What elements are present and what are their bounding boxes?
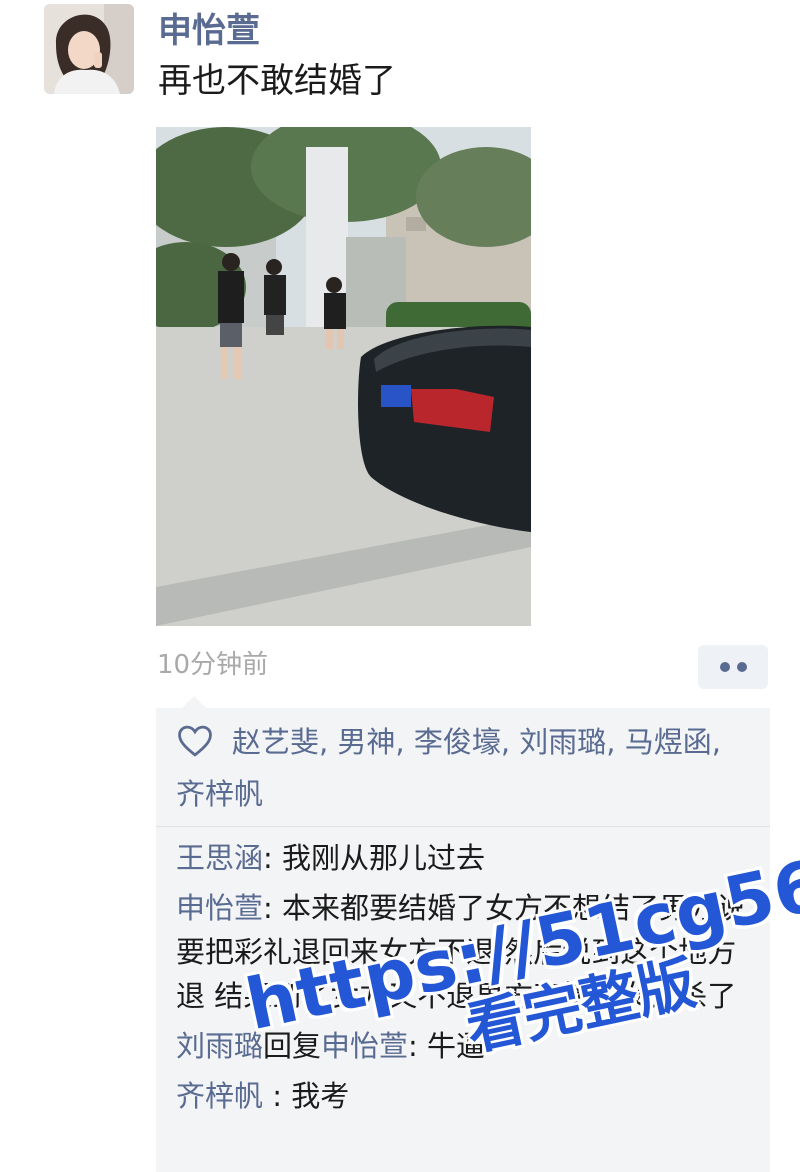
post-author-name[interactable]: 申怡萱 xyxy=(158,6,260,56)
likes-names[interactable]: 赵艺斐, 男神, 李俊壕, 刘雨璐, 马煜函, 齐梓帆 xyxy=(176,725,721,811)
comment-author[interactable]: 刘雨璐 xyxy=(176,1029,263,1063)
comment-separator: : xyxy=(408,1029,428,1063)
post-photo[interactable] xyxy=(156,127,531,626)
reply-label: 回复 xyxy=(263,1029,322,1063)
more-dot-icon xyxy=(719,662,730,672)
post-timestamp: 10分钟前 xyxy=(157,650,269,680)
panel-divider xyxy=(156,826,770,827)
comment-author[interactable]: 齐梓帆 xyxy=(176,1079,263,1113)
comment-text: 牛逼 xyxy=(427,1029,486,1063)
likes-row: 赵艺斐, 男神, 李俊壕, 刘雨璐, 马煜函, 齐梓帆 xyxy=(176,716,754,820)
comments-list: 王思涵: 我刚从那儿过去 申怡萱: 本来都要结婚了女方不想结了男方说要把彩礼退回… xyxy=(176,836,764,1124)
comment-item[interactable]: 刘雨璐回复申怡萱: 牛逼 xyxy=(176,1024,764,1068)
more-dot-icon xyxy=(736,662,747,672)
author-avatar[interactable] xyxy=(44,4,134,94)
post-text: 再也不敢结婚了 xyxy=(158,61,396,101)
comment-text: 我考 xyxy=(291,1079,350,1113)
comment-item[interactable]: 申怡萱: 本来都要结婚了女方不想结了男方说要把彩礼退回来女方不退 然后说到这个地… xyxy=(176,886,764,1018)
interaction-panel: 赵艺斐, 男神, 李俊壕, 刘雨璐, 马煜函, 齐梓帆 王思涵: 我刚从那儿过去… xyxy=(156,696,770,1172)
street-scene-image xyxy=(156,127,531,626)
comment-item[interactable]: 齐梓帆 : 我考 xyxy=(176,1074,764,1118)
comment-author[interactable]: 申怡萱 xyxy=(176,891,263,925)
comment-separator: : xyxy=(263,841,283,875)
comment-author[interactable]: 王思涵 xyxy=(176,841,263,875)
comment-separator: : xyxy=(263,1079,292,1113)
heart-outline-icon xyxy=(178,725,212,757)
comment-separator: : xyxy=(263,891,283,925)
comment-item[interactable]: 王思涵: 我刚从那儿过去 xyxy=(176,836,764,880)
more-actions-button[interactable] xyxy=(698,645,768,689)
avatar-image xyxy=(44,4,134,94)
comment-text: 我刚从那儿过去 xyxy=(282,841,486,875)
reply-to-name[interactable]: 申怡萱 xyxy=(321,1029,408,1063)
